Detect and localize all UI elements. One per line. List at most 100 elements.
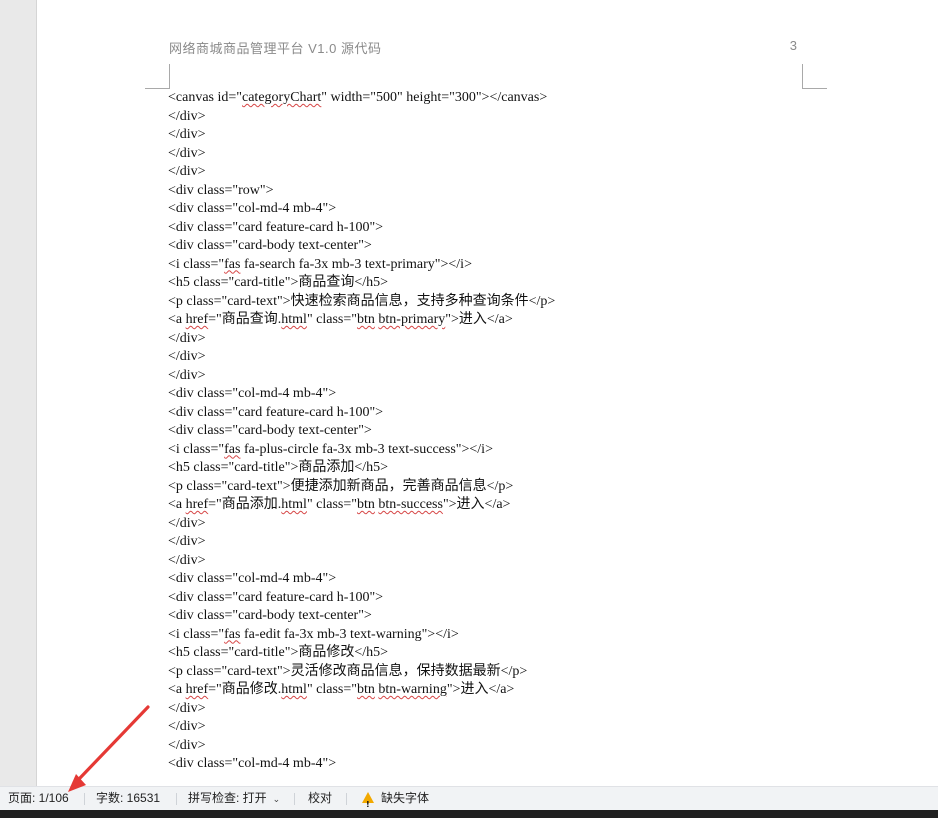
code-line[interactable]: <p class="card-text">便捷添加新商品，完善商品信息</p>	[168, 478, 808, 497]
code-line[interactable]: </div>	[168, 533, 808, 552]
code-line[interactable]: <h5 class="card-title">商品添加</h5>	[168, 459, 808, 478]
spelling-flagged-word: html	[281, 312, 307, 327]
code-text: ">进入</a>	[442, 497, 511, 512]
code-line[interactable]: </div>	[168, 330, 808, 349]
code-text: </div>	[168, 552, 206, 568]
code-text: fa-plus-circle fa-3x mb-3 text-success">…	[240, 441, 493, 457]
code-text: <a	[168, 312, 186, 327]
code-line[interactable]: </div>	[168, 515, 808, 534]
code-line[interactable]: <div class="col-md-4 mb-4">	[168, 755, 808, 774]
code-text: </div>	[168, 164, 206, 179]
page-header: 网络商城商品管理平台 V1.0 源代码 3	[169, 38, 797, 56]
code-line[interactable]: </div>	[168, 552, 808, 571]
spelling-flagged-word: href	[185, 497, 209, 512]
spelling-flagged-word: href	[185, 682, 209, 697]
spelling-flagged-word: btn-warning	[378, 682, 447, 697]
spelling-flagged-word: btn-primary	[378, 312, 446, 327]
code-line[interactable]: <div class="col-md-4 mb-4">	[168, 200, 808, 219]
code-line[interactable]: <p class="card-text">灵活修改商品信息，保持数据最新</p>	[168, 663, 808, 682]
code-text: <div class="row">	[168, 182, 274, 198]
code-line[interactable]: <a href="商品添加.html" class="btn btn-succe…	[168, 496, 808, 515]
code-line[interactable]: </div>	[168, 126, 808, 145]
spelling-flagged-word: href	[185, 312, 209, 327]
code-text: <div class="col-md-4 mb-4">	[168, 571, 337, 586]
code-line[interactable]: <i class="fas fa-search fa-3x mb-3 text-…	[168, 256, 808, 275]
chevron-down-icon: ⌄	[272, 794, 281, 804]
spelling-flagged-word: btn	[357, 312, 375, 327]
code-line[interactable]: <p class="card-text">快速检索商品信息，支持多种查询条件</…	[168, 293, 808, 312]
code-line[interactable]: </div>	[168, 367, 808, 386]
code-text: fa-edit fa-3x mb-3 text-warning"></i>	[240, 626, 459, 642]
code-line[interactable]: <div class="card-body text-center">	[168, 422, 808, 441]
spelling-flagged-word: html	[281, 682, 307, 697]
code-text: <h5 class="card-title">商品查询</h5>	[168, 275, 389, 290]
code-text: fa-search fa-3x mb-3 text-primary"></i>	[240, 256, 472, 272]
code-text: <h5 class="card-title">商品修改</h5>	[168, 645, 389, 660]
code-text: ="商品查询.	[208, 312, 282, 327]
code-line[interactable]: <div class="card feature-card h-100">	[168, 219, 808, 238]
code-line[interactable]: <div class="card-body text-center">	[168, 607, 808, 626]
code-line[interactable]: </div>	[168, 700, 808, 719]
spelling-flagged-word: fas	[224, 441, 241, 457]
code-text: ="商品修改.	[208, 682, 282, 697]
code-text: <p class="card-text">快速检索商品信息，支持多种查询条件</…	[168, 293, 556, 309]
code-text: <i class="	[168, 256, 225, 272]
code-line[interactable]: <div class="col-md-4 mb-4">	[168, 570, 808, 589]
code-text: </div>	[168, 349, 206, 364]
spell-check-toggle[interactable]: 拼写检查: 打开 ⌄	[188, 787, 280, 810]
code-line[interactable]: </div>	[168, 348, 808, 367]
code-text: ">进入</a>	[445, 312, 513, 327]
code-text: <div class="col-md-4 mb-4">	[168, 756, 337, 771]
spell-check-label: 拼写检查: 打开	[188, 791, 267, 805]
code-text: " class="	[306, 497, 357, 512]
code-line[interactable]: <div class="card feature-card h-100">	[168, 404, 808, 423]
code-line[interactable]: </div>	[168, 108, 808, 127]
code-line[interactable]: <div class="card feature-card h-100">	[168, 589, 808, 608]
code-text: <a	[168, 682, 186, 697]
status-separator	[176, 793, 177, 805]
code-line[interactable]: <i class="fas fa-plus-circle fa-3x mb-3 …	[168, 441, 808, 460]
word-processor-window: 网络商城商品管理平台 V1.0 源代码 3 <canvas id="catego…	[0, 0, 938, 818]
spelling-flagged-word: fas	[224, 626, 241, 642]
code-line[interactable]: <div class="card-body text-center">	[168, 237, 808, 256]
code-text: </div>	[168, 108, 206, 124]
code-text: <i class="	[168, 441, 225, 457]
code-text: " width="500" height="300"></canvas>	[321, 90, 548, 105]
code-text: " class="	[306, 682, 357, 697]
code-text: <div class="card-body text-center">	[168, 608, 372, 623]
taskbar-strip	[0, 810, 938, 818]
code-line[interactable]: <a href="商品查询.html" class="btn btn-prima…	[168, 311, 808, 330]
header-title: 网络商城商品管理平台 V1.0 源代码	[169, 41, 382, 56]
code-line[interactable]: <h5 class="card-title">商品查询</h5>	[168, 274, 808, 293]
document-page[interactable]: 网络商城商品管理平台 V1.0 源代码 3 <canvas id="catego…	[37, 0, 938, 790]
code-line[interactable]: </div>	[168, 737, 808, 756]
code-line[interactable]: </div>	[168, 145, 808, 164]
status-separator	[84, 793, 85, 805]
code-text: </div>	[168, 737, 206, 753]
left-margin-corner-mark	[145, 64, 170, 89]
code-line[interactable]: <div class="row">	[168, 182, 808, 201]
code-line[interactable]: </div>	[168, 718, 808, 737]
code-text: </div>	[168, 719, 206, 734]
code-line[interactable]: </div>	[168, 163, 808, 182]
code-line[interactable]: <canvas id="categoryChart" width="500" h…	[168, 89, 808, 108]
code-line[interactable]: <a href="商品修改.html" class="btn btn-warni…	[168, 681, 808, 700]
code-text: <div class="card feature-card h-100">	[168, 219, 384, 235]
missing-fonts-button[interactable]: 缺失字体	[362, 787, 429, 816]
word-count[interactable]: 字数: 16531	[96, 787, 160, 810]
code-text: </div>	[168, 534, 206, 549]
source-code-body[interactable]: <canvas id="categoryChart" width="500" h…	[168, 89, 808, 774]
code-text: <p class="card-text">便捷添加新商品，完善商品信息</p>	[168, 478, 514, 494]
code-text: <div class="col-md-4 mb-4">	[168, 201, 337, 216]
code-text: <h5 class="card-title">商品添加</h5>	[168, 460, 389, 475]
status-separator	[346, 793, 347, 805]
proofread-button[interactable]: 校对	[308, 787, 332, 810]
code-line[interactable]: <i class="fas fa-edit fa-3x mb-3 text-wa…	[168, 626, 808, 645]
code-line[interactable]: <div class="col-md-4 mb-4">	[168, 385, 808, 404]
code-text: </div>	[168, 330, 206, 346]
code-text: </div>	[168, 515, 206, 531]
page-indicator[interactable]: 页面: 1/106	[8, 787, 69, 810]
spelling-flagged-word: fas	[224, 256, 241, 272]
code-line[interactable]: <h5 class="card-title">商品修改</h5>	[168, 644, 808, 663]
status-bar: 页面: 1/106 字数: 16531 拼写检查: 打开 ⌄ 校对 缺失字体	[0, 786, 938, 816]
